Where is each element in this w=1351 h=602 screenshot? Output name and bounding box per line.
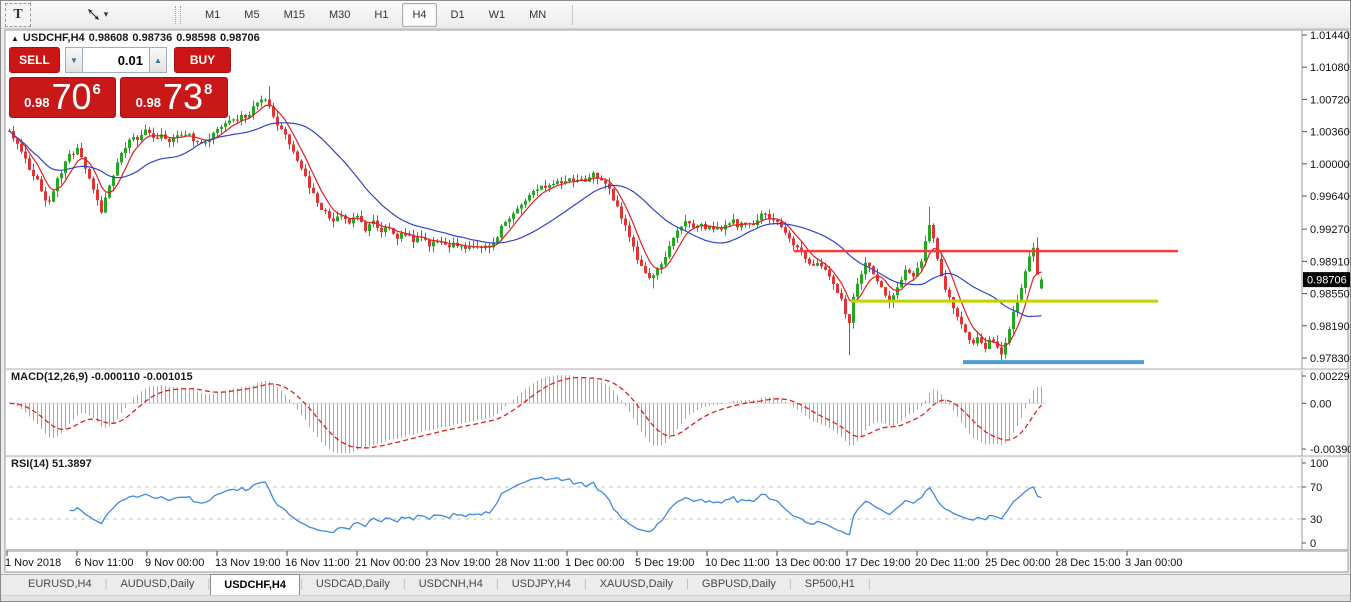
svg-text:0.98550: 0.98550 bbox=[1310, 289, 1350, 301]
rsi-indicator-label: RSI(14) 51.3897 bbox=[11, 458, 92, 470]
svg-text:0.00: 0.00 bbox=[1310, 398, 1331, 410]
svg-text:1.00000: 1.00000 bbox=[1310, 159, 1350, 171]
svg-text:100: 100 bbox=[1310, 458, 1328, 470]
one-click-trade-panel: SELL ▼ 0.01 ▲ BUY 0.98 70 6 0.98 73 8 bbox=[9, 47, 231, 118]
svg-text:1.01080: 1.01080 bbox=[1310, 62, 1350, 74]
tabs-left-spacer bbox=[1, 575, 15, 595]
tab-USDJPY-H4[interactable]: USDJPY,H4 bbox=[499, 575, 584, 595]
volume-input[interactable]: 0.01 bbox=[83, 47, 149, 73]
time-label: 6 Nov 11:00 bbox=[75, 557, 134, 569]
time-label: 20 Dec 11:00 bbox=[915, 557, 980, 569]
rsi-name: RSI(14) bbox=[11, 458, 49, 470]
terminal-window: T ▾ M1M5M15M30H1H4D1W1MN 1.014401.010801… bbox=[0, 0, 1351, 602]
time-label: 21 Nov 00:00 bbox=[355, 557, 420, 569]
tab-USDCAD-Daily[interactable]: USDCAD,Daily bbox=[303, 575, 403, 595]
svg-text:1.01440: 1.01440 bbox=[1310, 30, 1350, 42]
tab-USDCNH-H4[interactable]: USDCNH,H4 bbox=[406, 575, 496, 595]
svg-text:0: 0 bbox=[1310, 538, 1316, 550]
time-label: 1 Dec 00:00 bbox=[565, 557, 624, 569]
time-label: 23 Nov 19:00 bbox=[425, 557, 490, 569]
time-label: 5 Dec 19:00 bbox=[635, 557, 694, 569]
sell-price-prefix: 0.98 bbox=[24, 95, 49, 110]
volume-decrease-button[interactable]: ▼ bbox=[65, 47, 83, 73]
svg-text:1.00360: 1.00360 bbox=[1310, 127, 1350, 139]
chart-symbol-label: USDCHF,H4 bbox=[23, 32, 85, 44]
svg-text:0.98910: 0.98910 bbox=[1310, 256, 1350, 268]
macd-values: -0.000110 -0.001015 bbox=[91, 371, 193, 383]
buy-price-sup: 8 bbox=[204, 81, 212, 98]
time-label: 28 Nov 11:00 bbox=[495, 557, 560, 569]
macd-name: MACD(12,26,9) bbox=[11, 371, 88, 383]
buy-price-display[interactable]: 0.98 73 8 bbox=[120, 77, 228, 118]
buy-price-big: 73 bbox=[163, 80, 203, 114]
macd-indicator-label: MACD(12,26,9) -0.000110 -0.001015 bbox=[11, 371, 193, 383]
svg-text:0.99270: 0.99270 bbox=[1310, 224, 1350, 236]
svg-text:-0.003904: -0.003904 bbox=[1310, 444, 1351, 456]
svg-text:0.99640: 0.99640 bbox=[1310, 191, 1350, 203]
sell-price-sup: 6 bbox=[93, 81, 101, 98]
buy-button[interactable]: BUY bbox=[174, 47, 231, 73]
tab-XAUUSD-Daily[interactable]: XAUUSD,Daily bbox=[587, 575, 686, 595]
time-label: 17 Dec 19:00 bbox=[845, 557, 910, 569]
sell-price-big: 70 bbox=[51, 80, 91, 114]
svg-text:0.98706: 0.98706 bbox=[1307, 275, 1347, 287]
time-label: 28 Dec 15:00 bbox=[1055, 557, 1120, 569]
tab-SP500-H1[interactable]: SP500,H1 bbox=[792, 575, 868, 595]
time-label: 13 Nov 19:00 bbox=[215, 557, 280, 569]
ohlc-high: 0.98736 bbox=[132, 32, 172, 44]
tab-AUDUSD-Daily[interactable]: AUDUSD,Daily bbox=[107, 575, 207, 595]
time-label: 9 Nov 00:00 bbox=[145, 557, 204, 569]
svg-text:30: 30 bbox=[1310, 514, 1322, 526]
time-label: 3 Jan 00:00 bbox=[1125, 557, 1183, 569]
ohlc-open: 0.98608 bbox=[89, 32, 129, 44]
bottom-strip bbox=[1, 595, 1350, 602]
time-label: 10 Dec 11:00 bbox=[705, 557, 770, 569]
time-label: 16 Nov 11:00 bbox=[285, 557, 350, 569]
time-label: 1 Nov 2018 bbox=[5, 557, 61, 569]
tab-EURUSD-H4[interactable]: EURUSD,H4 bbox=[15, 575, 105, 595]
time-label: 13 Dec 00:00 bbox=[775, 557, 840, 569]
tab-USDCHF-H4[interactable]: USDCHF,H4 bbox=[210, 574, 300, 595]
chart-tabs-bar: EURUSD,H4|AUDUSD,Daily|USDCHF,H4|USDCAD,… bbox=[1, 574, 1350, 595]
ohlc-close: 0.98706 bbox=[220, 32, 260, 44]
svg-text:1.00720: 1.00720 bbox=[1310, 94, 1350, 106]
svg-text:70: 70 bbox=[1310, 482, 1322, 494]
rsi-value: 51.3897 bbox=[52, 458, 92, 470]
buy-price-prefix: 0.98 bbox=[136, 95, 161, 110]
volume-stepper: ▼ 0.01 ▲ bbox=[65, 47, 167, 73]
chart-title: ▲ USDCHF,H4 0.986080.98736 0.98598 0.98706 bbox=[11, 32, 264, 44]
tab-GBPUSD-Daily[interactable]: GBPUSD,Daily bbox=[689, 575, 789, 595]
tab-separator: | bbox=[868, 575, 871, 595]
time-label: 25 Dec 00:00 bbox=[985, 557, 1050, 569]
ohlc-low: 0.98598 bbox=[176, 32, 216, 44]
volume-increase-button[interactable]: ▲ bbox=[149, 47, 167, 73]
sell-price-display[interactable]: 0.98 70 6 bbox=[9, 77, 116, 118]
svg-text:0.002297: 0.002297 bbox=[1310, 371, 1351, 383]
sell-button[interactable]: SELL bbox=[9, 47, 60, 73]
chart-direction-icon: ▲ bbox=[11, 34, 19, 43]
svg-text:0.98190: 0.98190 bbox=[1310, 321, 1350, 333]
svg-text:0.97830: 0.97830 bbox=[1310, 353, 1350, 365]
